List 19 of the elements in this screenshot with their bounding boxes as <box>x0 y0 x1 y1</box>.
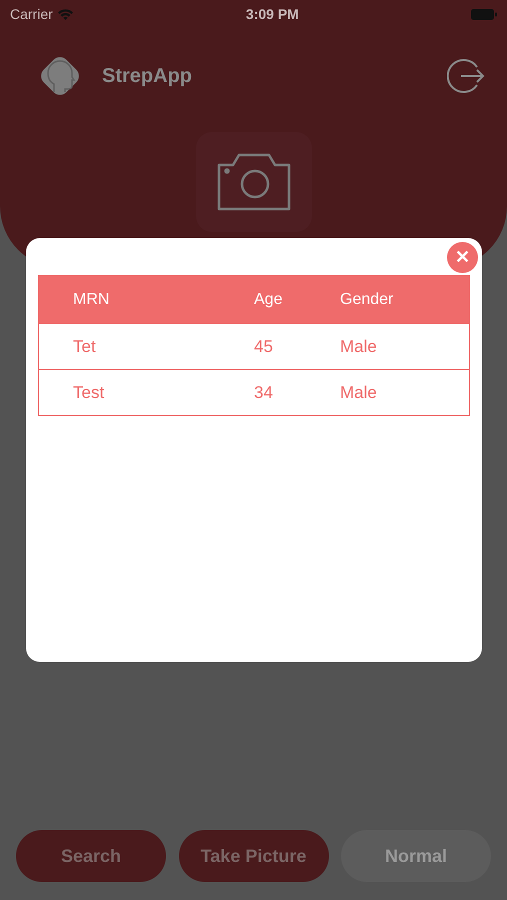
action-button[interactable]: Take Picture <box>178 830 328 882</box>
carrier-label: Carrier <box>10 4 53 24</box>
table-cell-text: Test <box>72 382 106 404</box>
table-cell-text: Male <box>340 336 378 358</box>
table-cell-text: 34 <box>254 382 274 404</box>
table-cell-text: Tet <box>72 336 97 358</box>
table-cell-text: Male <box>340 382 378 404</box>
battery-icon <box>470 8 497 20</box>
column-header: Age <box>254 290 284 310</box>
time-label: 3:09 PM <box>246 4 299 24</box>
logout-icon[interactable] <box>447 57 485 95</box>
camera-button[interactable] <box>196 132 312 232</box>
close-button[interactable]: ✕ <box>447 242 478 273</box>
action-button[interactable]: Search <box>16 830 166 882</box>
column-header: MRN <box>72 290 110 310</box>
column-header: Gender <box>340 290 394 310</box>
wifi-icon <box>56 8 74 20</box>
table-cell-text: 45 <box>254 336 274 358</box>
app-title: StrepApp <box>102 64 192 89</box>
